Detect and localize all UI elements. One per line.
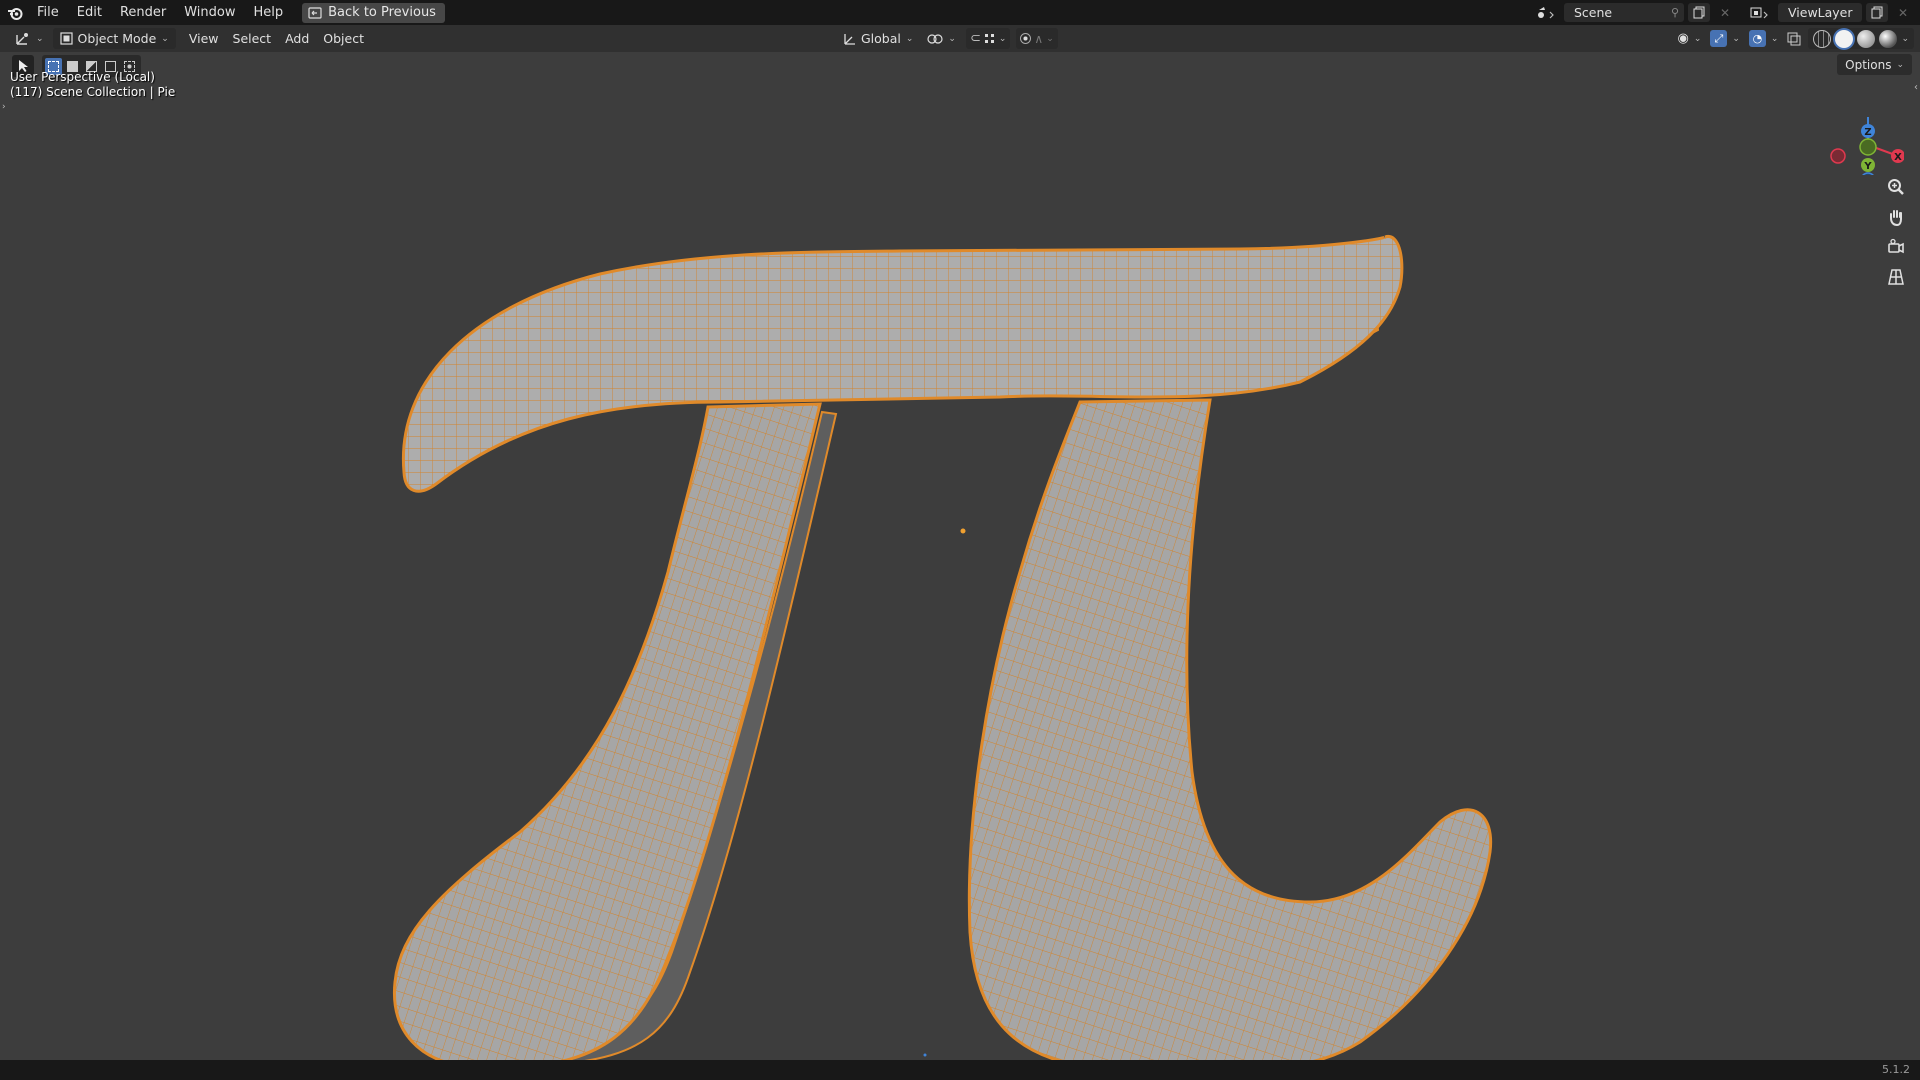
snap-toggle-icon[interactable]: ⊂ <box>970 31 981 46</box>
chevron-down-icon: ⌄ <box>948 33 956 44</box>
new-view-layer-icon[interactable] <box>1866 3 1888 22</box>
view-name-label: User Perspective (Local) <box>10 70 155 84</box>
delete-view-layer-icon[interactable]: ✕ <box>1892 3 1914 22</box>
axis-y-label: Y <box>1863 161 1872 172</box>
visibility-dropdown[interactable]: ◉ ⌄ <box>1675 28 1703 49</box>
shading-modes: ⌄ <box>1808 28 1914 49</box>
sidebar-expand-icon[interactable]: ‹ <box>1914 82 1918 93</box>
scene-name-field[interactable]: Scene ⚲ <box>1564 3 1684 22</box>
back-to-previous-label: Back to Previous <box>328 5 436 20</box>
object-origin <box>960 528 966 534</box>
axis-neg-z <box>1862 172 1874 175</box>
chevron-down-icon: ⌄ <box>905 33 914 44</box>
menu-render[interactable]: Render <box>111 0 175 25</box>
new-scene-icon[interactable] <box>1688 3 1710 22</box>
proportional-edit-icon[interactable] <box>1020 33 1032 44</box>
gizmo-toggle[interactable]: ⤢ ⌄ <box>1708 28 1742 49</box>
object-mode-icon <box>59 32 73 45</box>
pivot-point-dropdown[interactable]: ⌄ <box>923 28 960 49</box>
chevron-down-icon[interactable]: ⌄ <box>1901 34 1909 44</box>
transform-orientation-dropdown[interactable]: Global ⌄ <box>838 28 917 49</box>
camera-view-icon[interactable] <box>1882 233 1910 261</box>
view-layer-browser-icon[interactable] <box>1746 3 1774 22</box>
falloff-icon[interactable]: ∧ <box>1034 32 1043 46</box>
chevron-down-icon: ⌄ <box>1693 33 1702 44</box>
viewport-header: ⌄ Object Mode ⌄ View Select Add Object G… <box>0 25 1920 52</box>
delete-scene-icon[interactable]: ✕ <box>1714 3 1736 22</box>
options-label: Options <box>1845 57 1892 72</box>
chevron-down-icon: ⌄ <box>1770 33 1779 44</box>
overlays-icon: ◔ <box>1748 30 1766 47</box>
axis-x-label: X <box>1894 152 1902 163</box>
menu-edit[interactable]: Edit <box>68 0 111 25</box>
3d-viewport-icon <box>16 32 28 45</box>
toolbar-expand-icon[interactable]: › <box>2 102 6 112</box>
xray-icon <box>1787 32 1801 45</box>
menu-add[interactable]: Add <box>278 28 316 49</box>
back-screen-icon <box>308 6 322 19</box>
material-shading-icon[interactable] <box>1857 29 1876 48</box>
snap-group: ⊂ ⌄ <box>965 28 1011 49</box>
pi-right-leg <box>967 398 1493 1060</box>
blender-logo-icon[interactable] <box>2 0 28 25</box>
pi-mesh-object[interactable] <box>0 52 1920 1060</box>
solid-shading-icon[interactable] <box>1835 29 1854 48</box>
menu-select[interactable]: Select <box>226 28 279 49</box>
back-to-previous-button[interactable]: Back to Previous <box>302 2 445 23</box>
pan-hand-icon[interactable] <box>1882 203 1910 231</box>
pi-top-bar <box>401 235 1404 493</box>
axis-neg-y <box>1859 138 1877 156</box>
mode-dropdown[interactable]: Object Mode ⌄ <box>52 28 176 49</box>
snap-increment-icon[interactable] <box>984 33 996 45</box>
collection-info-label: (117) Scene Collection | Pie <box>10 85 176 99</box>
overlays-toggle[interactable]: ◔ ⌄ <box>1747 28 1781 49</box>
status-bar: 5.1.2 <box>0 1060 1920 1080</box>
axis-neg-x <box>1830 148 1846 164</box>
cursor-dot <box>923 1053 927 1057</box>
eye-icon: ◉ <box>1677 31 1689 46</box>
chevron-down-icon: ⌄ <box>1046 33 1054 44</box>
chevron-down-icon: ⌄ <box>161 33 169 44</box>
navigation-gizmo[interactable]: Y Z X <box>1814 85 1904 175</box>
editor-type-button[interactable]: ⌄ <box>8 28 51 49</box>
mode-label: Object Mode <box>77 31 157 46</box>
view-layer-name: ViewLayer <box>1788 5 1853 20</box>
menu-file[interactable]: File <box>28 0 68 25</box>
view-layer-field[interactable]: ViewLayer <box>1778 3 1862 22</box>
chevron-down-icon: ⌄ <box>1732 33 1740 44</box>
pivot-icon <box>927 33 944 44</box>
rendered-shading-icon[interactable] <box>1879 29 1898 48</box>
chevron-down-icon: ⌄ <box>36 33 44 44</box>
version-label: 5.1.2 <box>1882 1063 1910 1076</box>
proportional-edit-group: ∧ ⌄ <box>1016 28 1058 49</box>
scene-browser-icon[interactable] <box>1532 3 1560 22</box>
chevron-down-icon: ⌄ <box>998 33 1007 44</box>
menu-view[interactable]: View <box>182 28 226 49</box>
perspective-grid-icon[interactable] <box>1882 263 1910 291</box>
top-menu-bar: File Edit Render Window Help Back to Pre… <box>0 0 1920 25</box>
menu-object[interactable]: Object <box>316 28 371 49</box>
menu-window[interactable]: Window <box>175 0 244 25</box>
chevron-down-icon: ⌄ <box>1896 59 1904 70</box>
options-dropdown[interactable]: Options ⌄ <box>1837 54 1912 75</box>
wireframe-shading-icon[interactable] <box>1813 29 1832 48</box>
3d-viewport[interactable]: Options ⌄ User Perspective (Local) (117)… <box>0 52 1920 1060</box>
xray-toggle[interactable] <box>1785 28 1803 49</box>
transform-orientation-label: Global <box>861 31 901 46</box>
pin-icon[interactable]: ⚲ <box>1671 6 1679 19</box>
scene-name: Scene <box>1574 5 1613 20</box>
menu-help[interactable]: Help <box>245 0 293 25</box>
global-axes-icon <box>844 33 855 45</box>
zoom-icon[interactable] <box>1882 173 1910 201</box>
gizmo-icon: ⤢ <box>1710 30 1728 47</box>
axis-z-label: Z <box>1864 127 1871 138</box>
